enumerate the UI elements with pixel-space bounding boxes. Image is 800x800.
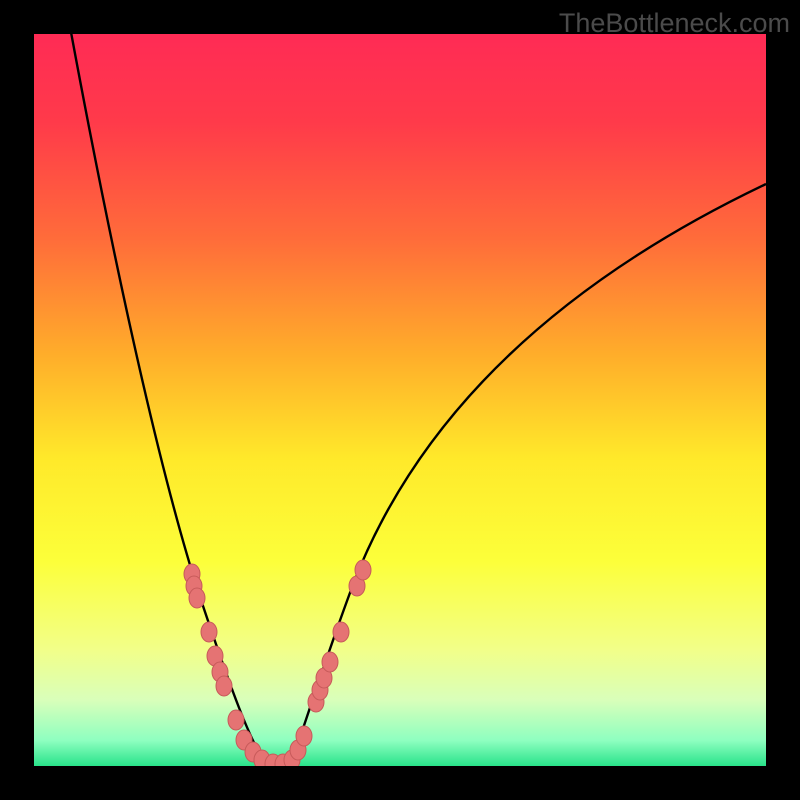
marker-left bbox=[189, 588, 205, 608]
marker-right bbox=[296, 726, 312, 746]
plot-area bbox=[34, 34, 766, 766]
curve-right-curve bbox=[290, 184, 766, 766]
marker-left bbox=[201, 622, 217, 642]
marker-right bbox=[333, 622, 349, 642]
curve-layer bbox=[34, 34, 766, 766]
watermark-text: TheBottleneck.com bbox=[559, 8, 790, 39]
curve-left-curve bbox=[64, 34, 268, 766]
marker-right bbox=[355, 560, 371, 580]
marker-left bbox=[216, 676, 232, 696]
marker-left bbox=[228, 710, 244, 730]
marker-right bbox=[322, 652, 338, 672]
